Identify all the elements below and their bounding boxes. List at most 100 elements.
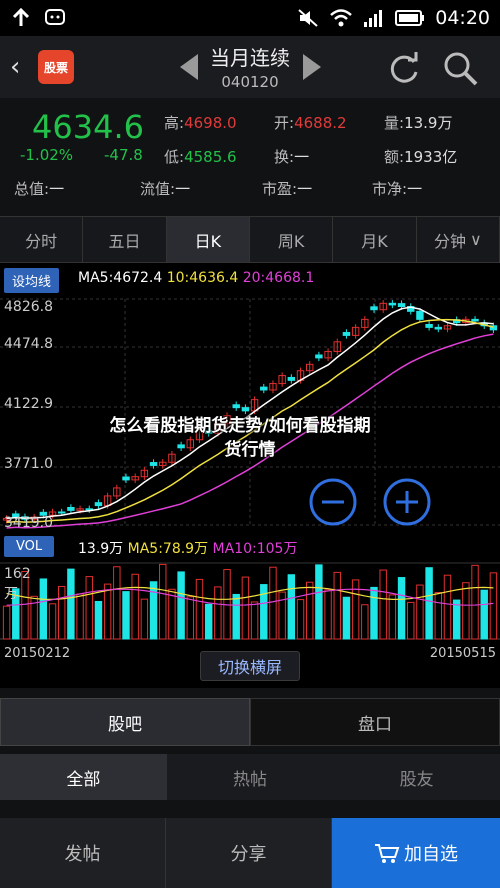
zoom-in-button[interactable] bbox=[382, 477, 432, 527]
candle-body bbox=[287, 376, 296, 381]
volume-bar bbox=[443, 574, 452, 640]
overlay-caption: 怎么看股指期货走势/如何看股指期 货行情 bbox=[0, 414, 500, 462]
volume-bar bbox=[379, 569, 387, 640]
volume-bar bbox=[168, 588, 176, 640]
volume-bar bbox=[287, 574, 296, 640]
amount-row: 额:1933亿 bbox=[384, 148, 458, 166]
overlay-line-2: 货行情 bbox=[224, 440, 276, 460]
volume-bar bbox=[149, 581, 158, 640]
share-button[interactable]: 分享 bbox=[166, 818, 332, 888]
tab-friends[interactable]: 股友 bbox=[333, 754, 500, 800]
y-label-bottom: 3419.0 bbox=[4, 515, 53, 531]
candle-body bbox=[342, 332, 351, 336]
overlay-line-1: 怎么看股指期货走势/如何看股指期 bbox=[109, 416, 371, 436]
mktcap-row: 总值:一 bbox=[14, 180, 65, 198]
volume-bar bbox=[177, 571, 185, 640]
volume-bar bbox=[462, 582, 470, 640]
volume-bar bbox=[57, 585, 66, 640]
volume-bar bbox=[407, 601, 415, 640]
volume-bar bbox=[39, 578, 48, 640]
vol-y-top: 162 bbox=[4, 566, 31, 582]
vol-ma5: MA5:78.9万 bbox=[127, 541, 209, 557]
volume-bar bbox=[342, 596, 351, 640]
candle-body bbox=[370, 306, 378, 311]
next-contract-icon[interactable] bbox=[303, 54, 321, 80]
vol-legend: 13.9万 MA5:78.9万 MA10:105万 bbox=[78, 538, 297, 558]
volume-bar bbox=[471, 564, 479, 640]
volume-bar bbox=[140, 598, 149, 640]
candle-body bbox=[67, 507, 75, 511]
candle-body bbox=[471, 318, 479, 322]
volume-bar bbox=[489, 572, 498, 640]
volume-bar bbox=[186, 596, 195, 640]
volume-bar bbox=[214, 586, 222, 640]
search-icon[interactable] bbox=[440, 48, 480, 88]
community-segment: 股吧 盘口 bbox=[0, 698, 500, 746]
pb-row: 市净:一 bbox=[372, 180, 423, 198]
volume-bar bbox=[370, 586, 378, 640]
bottom-action-bar: 发帖 分享 加自选 bbox=[0, 818, 500, 888]
kline-chart[interactable]: 设均线 MA5:4672.4 10:4636.4 20:4668.1 4826.… bbox=[0, 263, 500, 688]
tab-five-day[interactable]: 五日 bbox=[83, 217, 167, 262]
landscape-switch-button[interactable]: 切换横屏 bbox=[200, 651, 300, 681]
volume-bar bbox=[122, 591, 130, 640]
volume-bar bbox=[85, 576, 93, 640]
candle-body bbox=[94, 502, 103, 507]
tab-hot-posts[interactable]: 热帖 bbox=[167, 754, 334, 800]
turnover-row: 换:一 bbox=[274, 148, 310, 166]
title-bar: ‹ 股票 当月连续 040120 bbox=[0, 36, 500, 98]
kline-svg bbox=[0, 298, 500, 640]
turnover-value: 一 bbox=[294, 148, 310, 166]
candle-body bbox=[434, 326, 443, 330]
tab-order-book[interactable]: 盘口 bbox=[250, 698, 500, 746]
high-value: 4698.0 bbox=[184, 114, 237, 132]
upload-icon bbox=[12, 8, 30, 26]
tab-all[interactable]: 全部 bbox=[0, 754, 167, 800]
vol-value: 13.9万 bbox=[78, 541, 124, 557]
set-ma-button[interactable]: 设均线 bbox=[4, 268, 60, 293]
change-percent: -1.02% bbox=[20, 146, 74, 164]
zoom-out-button[interactable] bbox=[308, 477, 358, 527]
candle-body bbox=[241, 407, 250, 412]
volume-bar bbox=[113, 566, 121, 640]
cart-icon bbox=[375, 844, 400, 863]
volume-bar bbox=[305, 581, 314, 640]
last-price: 4634.6 bbox=[32, 108, 144, 146]
mute-icon bbox=[298, 9, 318, 27]
vol-y-unit: 万 bbox=[4, 586, 18, 602]
vol-ma10: MA10:105万 bbox=[212, 541, 298, 557]
volume-bar bbox=[333, 571, 341, 640]
amount-value: 1933亿 bbox=[404, 148, 458, 166]
high-row: 高:4698.0 bbox=[164, 114, 237, 132]
volume-bar bbox=[452, 599, 461, 640]
y-label-2: 4474.8 bbox=[4, 336, 53, 352]
volume-bar bbox=[2, 605, 11, 640]
candle-body bbox=[260, 386, 268, 391]
tab-intraday[interactable]: 分时 bbox=[0, 217, 84, 262]
open-value: 4688.2 bbox=[294, 114, 347, 132]
change-value: -47.8 bbox=[104, 146, 143, 164]
volume-bar bbox=[296, 599, 305, 640]
candle-body bbox=[85, 508, 93, 511]
volume-bar bbox=[260, 584, 268, 640]
volume-bar bbox=[250, 601, 259, 640]
tab-weekly-k[interactable]: 周K bbox=[250, 217, 334, 262]
volume-row: 量:13.9万 bbox=[384, 114, 453, 132]
volume-bar bbox=[76, 593, 84, 640]
post-button[interactable]: 发帖 bbox=[0, 818, 166, 888]
volume-bar bbox=[480, 589, 488, 640]
tab-monthly-k[interactable]: 月K bbox=[333, 217, 417, 262]
volume-value: 13.9万 bbox=[404, 114, 453, 132]
refresh-icon[interactable] bbox=[384, 48, 424, 88]
vol-indicator-button[interactable]: VOL bbox=[4, 536, 55, 557]
volume-bar bbox=[241, 576, 250, 640]
tab-daily-k[interactable]: 日K bbox=[166, 217, 250, 262]
tab-minute[interactable]: 分钟 ∨ bbox=[417, 217, 500, 262]
low-row: 低:4585.6 bbox=[164, 148, 237, 166]
tab-stock-forum[interactable]: 股吧 bbox=[0, 698, 250, 746]
chevron-down-icon: ∨ bbox=[469, 230, 482, 249]
add-watchlist-button[interactable]: 加自选 bbox=[332, 818, 500, 888]
back-arrow-icon[interactable]: ‹ bbox=[10, 52, 30, 82]
candle-body bbox=[397, 303, 406, 308]
volume-bar bbox=[103, 583, 112, 640]
